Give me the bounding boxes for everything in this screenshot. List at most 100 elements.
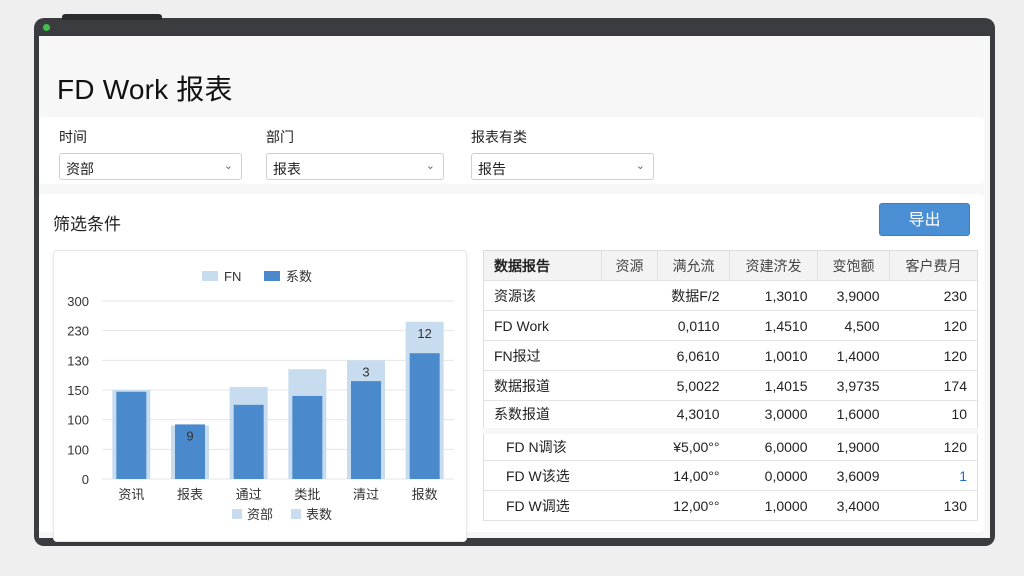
y-tick-label: 150 [67,383,89,398]
data-label: 9 [186,428,193,443]
bar-chart: 0 100 100 150 130 230 300 资讯 9 报表 通过 类批 3 清过 12 报数 FN 系数资… [67,269,454,522]
legend-label: 表数 [306,507,332,522]
app-window: FD Work 报表 时间 资部 ⌄ 部门 报表 ⌄ 报表有类 报告 ⌄ 筛选条… [34,14,995,546]
category-label: 报表 [177,487,203,502]
table-row[interactable]: 数据报道 5,0022 1,4015 3,9735 174 [483,370,978,401]
chart-card: 0 100 100 150 130 230 300 资讯 9 报表 通过 类批 3 清过 12 报数 FN 系数资… [53,250,467,542]
legend-swatch [232,509,242,519]
y-tick-label: 0 [82,472,89,487]
filter-time: 时间 资部 ⌄ [59,127,242,180]
category-label: 清过 [353,487,379,502]
col-header[interactable]: 满允流 [657,250,730,281]
filter-report-type: 报表有类 报告 ⌄ [471,127,654,180]
y-tick-label: 100 [67,413,89,428]
bar-series2 [116,391,147,479]
chevron-down-icon: ⌄ [425,160,435,172]
filter-time-value: 资部 [66,161,94,177]
table-cell: 数据F/2 [601,280,730,311]
table-cell: 系数报道 [483,400,602,431]
panel-title: 筛选条件 [53,215,121,234]
col-header[interactable]: 资建济发 [729,250,818,281]
table-cell: 5,0022 [601,370,730,401]
table-cell: 12,00°° [601,490,730,521]
filter-report-type-label: 报表有类 [471,129,527,145]
table-cell: FD Work [483,310,602,341]
table-cell: 1,0000 [729,490,818,521]
y-tick-label: 300 [67,294,89,309]
category-label: 报数 [412,487,438,502]
legend-label: 资部 [247,507,273,522]
chevron-down-icon: ⌄ [635,160,645,172]
data-table: 数据报告 资源 满允流 资建济发 变饱额 客户费月 资源该 数据F/2 1,30… [483,250,978,521]
category-label: 通过 [236,487,262,502]
col-header[interactable]: 客户费月 [889,250,978,281]
table-cell: 120 [889,310,978,341]
y-tick-label: 230 [67,324,89,339]
table-cell: ¥5,00°° [601,427,730,461]
table-cell: 1,4000 [817,340,890,371]
y-tick-label: 130 [67,353,89,368]
legend-swatch [291,509,301,519]
filter-dept-value: 报表 [273,161,301,177]
data-label: 12 [417,326,431,341]
table-cell: 3,6009 [817,460,890,491]
y-tick-label: 100 [67,442,89,457]
table-cell: 3,0000 [729,400,818,431]
filter-dept-label: 部门 [266,129,294,145]
table-row[interactable]: 资源该 数据F/2 1,3010 3,9000 230 [483,280,978,311]
table-row[interactable]: FD N调该 ¥5,00°° 6,0000 1,9000 120 [483,427,978,461]
col-header[interactable]: 变饱额 [817,250,890,281]
table-row[interactable]: FD W该选 14,00°° 0,0000 3,6009 1 [483,460,978,491]
report-panel: 筛选条件 导出 0 100 100 150 130 230 300 资讯 9 报表 通过 类批 3 清过 1… [39,194,984,542]
table-cell: FD W调选 [483,490,602,521]
col-header[interactable]: 资源 [601,250,658,281]
chevron-down-icon: ⌄ [223,160,233,172]
category-label: 资讯 [118,487,144,502]
table-cell: 3,9000 [817,280,890,311]
filter-time-label: 时间 [59,129,87,145]
table-cell: 6,0000 [729,427,818,461]
table-row[interactable]: FN报过 6,0610 1,0010 1,4000 120 [483,340,978,371]
category-label: 类批 [294,487,320,502]
window-content: FD Work 报表 时间 资部 ⌄ 部门 报表 ⌄ 报表有类 报告 ⌄ 筛选条… [39,36,990,542]
bar-series2 [351,381,381,479]
table-cell: 0,0110 [601,310,730,341]
table-cell: 3,9735 [817,370,890,401]
bar-series2 [292,395,323,479]
table-cell: 数据报道 [483,370,602,401]
table-row[interactable]: FD Work 0,0110 1,4510 4,500 120 [483,310,978,341]
table-header-row: 数据报告 资源 满允流 资建济发 变饱额 客户费月 [483,250,978,281]
table-row[interactable]: 系数报道 4,3010 3,0000 1,6000 10 [483,400,978,431]
col-header[interactable]: 数据报告 [483,250,602,281]
table-cell: 1,4510 [729,310,818,341]
table-cell: 1,4015 [729,370,818,401]
filter-dept-select[interactable]: 报表 ⌄ [266,153,444,180]
window-close-dot[interactable] [43,24,50,31]
window-tab[interactable] [62,14,162,20]
table-cell: FD N调该 [483,427,602,461]
legend-label: FN [224,269,241,284]
filter-report-type-select[interactable]: 报告 ⌄ [471,153,654,180]
export-button[interactable]: 导出 [879,203,970,236]
filter-time-select[interactable]: 资部 ⌄ [59,153,242,180]
table-cell: 120 [889,340,978,371]
table-row[interactable]: FD W调选 12,00°° 1,0000 3,4000 130 [483,490,978,521]
legend-label: 系数 [286,269,312,284]
page-title: FD Work 报表 [57,74,233,105]
bar-series2 [409,353,440,479]
table-cell: 3,4000 [817,490,890,521]
table-cell: 4,500 [817,310,890,341]
table-cell: 1,6000 [817,400,890,431]
table-cell: 6,0610 [601,340,730,371]
table-cell: 1,9000 [817,427,890,461]
table-cell: 1,0010 [729,340,818,371]
table-cell: 10 [889,400,978,431]
legend-swatch [202,271,218,281]
table-cell: 1 [889,460,978,491]
table-cell: 14,00°° [601,460,730,491]
table-cell: 230 [889,280,978,311]
table-cell: 120 [889,427,978,461]
table-cell: FN报过 [483,340,602,371]
filter-bar: 时间 资部 ⌄ 部门 报表 ⌄ 报表有类 报告 ⌄ [39,117,984,184]
bar-series2 [233,404,264,479]
